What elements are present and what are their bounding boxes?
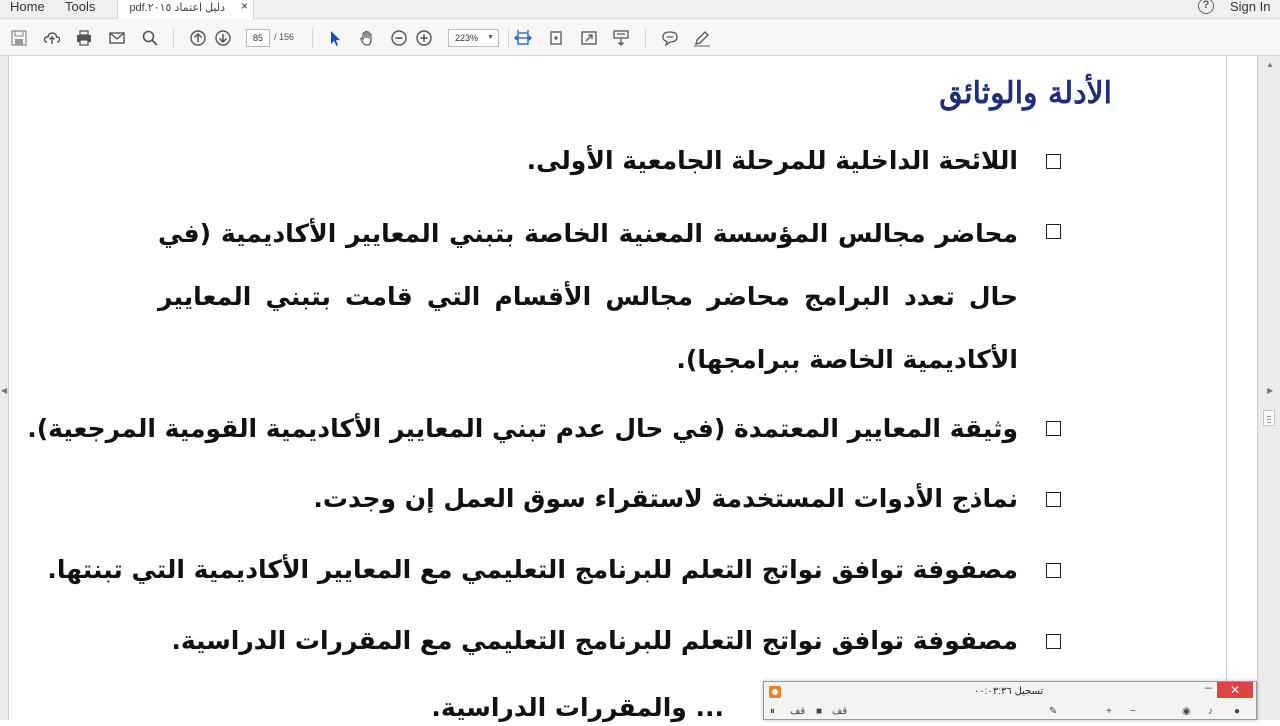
menu-tools[interactable]: Tools <box>65 0 95 14</box>
document-tab-title: دليل اعتماد ٢٠١٥.pdf <box>129 2 225 14</box>
list-item: وثيقة المعايير المعتمدة (في حال عدم تبني… <box>27 414 1018 443</box>
list-item: محاضر مجالس المؤسسة المعنية الخاصة بتبني… <box>158 219 1018 374</box>
menu-bar: Home Tools دليل اعتماد ٢٠١٥.pdf × ? Sign… <box>0 0 1280 19</box>
list-bullet-checkbox <box>1046 634 1061 649</box>
left-panel-strip[interactable]: ◀ <box>0 56 9 720</box>
previous-page-icon[interactable] <box>188 28 208 48</box>
section-heading: الأدلة والوثائق <box>939 76 1112 111</box>
upload-cloud-icon[interactable] <box>42 28 62 48</box>
right-panel-toggle-icon[interactable]: ▶ <box>1267 386 1273 395</box>
highlight-pen-icon[interactable] <box>692 28 712 48</box>
pen-icon[interactable]: ✎ <box>1049 706 1057 717</box>
toolbar-separator <box>173 28 174 48</box>
list-item: ... والمقررات الدراسية. <box>431 693 724 722</box>
left-panel-toggle-icon[interactable]: ◀ <box>1 386 7 395</box>
close-button[interactable]: ✕ <box>1217 682 1253 698</box>
list-item: مصفوفة توافق نواتج التعلم للبرنامج التعل… <box>47 555 1018 584</box>
zoom-level-select[interactable]: 223% ▼ <box>448 29 499 47</box>
document-viewer[interactable]: ◀ ▲ ▶ الأدلة والوثائق اللائحة الداخلية ل… <box>0 56 1280 722</box>
toolbar: 85 / 156 223% ▼ <box>0 19 1280 56</box>
screen-recorder-window[interactable]: تسجيل ٠٠:٠٣:٣٦ – ✕ ⏸ قف ■ قف ✎ + − ◉ ♪ ● <box>763 680 1257 720</box>
save-icon[interactable] <box>9 28 29 48</box>
hand-tool-icon[interactable] <box>357 28 377 48</box>
list-bullet-checkbox <box>1046 224 1061 239</box>
stop-icon[interactable]: ■ <box>816 706 822 717</box>
webcam-icon[interactable]: ◉ <box>1182 706 1191 717</box>
recorder-app-icon <box>769 686 781 698</box>
microphone-icon[interactable]: ● <box>1234 706 1240 717</box>
scrollbar-grip <box>1267 416 1271 417</box>
next-page-icon[interactable] <box>213 28 233 48</box>
list-bullet-checkbox <box>1046 492 1061 507</box>
list-bullet-checkbox <box>1046 154 1061 169</box>
full-screen-icon[interactable] <box>579 28 599 48</box>
help-icon[interactable]: ? <box>1198 0 1214 14</box>
scrollbar-grip <box>1267 419 1271 420</box>
scroll-mode-icon[interactable] <box>611 28 631 48</box>
zoom-level-value: 223% <box>455 33 479 43</box>
right-panel-strip[interactable]: ▲ ▶ <box>1257 56 1280 720</box>
scrollbar-grip <box>1267 422 1271 423</box>
zoom-out-icon[interactable] <box>389 28 409 48</box>
stop-label[interactable]: قف <box>832 706 847 717</box>
speaker-icon[interactable]: ♪ <box>1208 706 1213 717</box>
list-bullet-checkbox <box>1046 421 1061 436</box>
chevron-down-icon: ▼ <box>487 34 494 41</box>
zoom-out-button[interactable]: − <box>1130 706 1136 717</box>
scroll-up-icon[interactable]: ▲ <box>1266 60 1274 69</box>
print-icon[interactable] <box>74 28 94 48</box>
zoom-in-icon[interactable] <box>414 28 434 48</box>
menu-home[interactable]: Home <box>10 0 45 14</box>
page-total-label: / 156 <box>274 32 295 42</box>
email-icon[interactable] <box>107 28 127 48</box>
toolbar-separator <box>508 28 509 48</box>
search-icon[interactable] <box>140 28 160 48</box>
toolbar-separator <box>312 28 313 48</box>
list-item: مصفوفة توافق نواتج التعلم للبرنامج التعل… <box>171 626 1018 655</box>
zoom-in-button[interactable]: + <box>1106 706 1112 717</box>
fit-width-icon[interactable] <box>513 28 533 48</box>
recorder-controls: ⏸ قف ■ قف ✎ + − ◉ ♪ ● <box>764 702 1256 720</box>
sign-in-link[interactable]: Sign In <box>1230 0 1270 14</box>
scrollbar-thumb[interactable] <box>1263 410 1275 426</box>
pause-label[interactable]: قف <box>790 706 805 717</box>
pause-icon[interactable]: ⏸ <box>770 706 775 717</box>
page-number-input[interactable]: 85 <box>246 29 270 47</box>
comment-icon[interactable] <box>660 28 680 48</box>
rotate-page-icon[interactable] <box>546 28 566 48</box>
page-edge <box>1226 56 1227 720</box>
list-item: نماذج الأدوات المستخدمة لاستقراء سوق الع… <box>313 484 1018 513</box>
close-tab-icon[interactable]: × <box>241 0 248 13</box>
recorder-title: تسجيل ٠٠:٠٣:٣٦ <box>974 686 1044 697</box>
document-tab[interactable]: دليل اعتماد ٢٠١٥.pdf × <box>117 0 254 19</box>
list-bullet-checkbox <box>1046 563 1061 578</box>
list-item: اللائحة الداخلية للمرحلة الجامعية الأولى… <box>526 146 1018 175</box>
select-cursor-icon[interactable] <box>325 28 345 48</box>
toolbar-separator <box>645 28 646 48</box>
minimize-button[interactable]: – <box>1205 680 1212 694</box>
